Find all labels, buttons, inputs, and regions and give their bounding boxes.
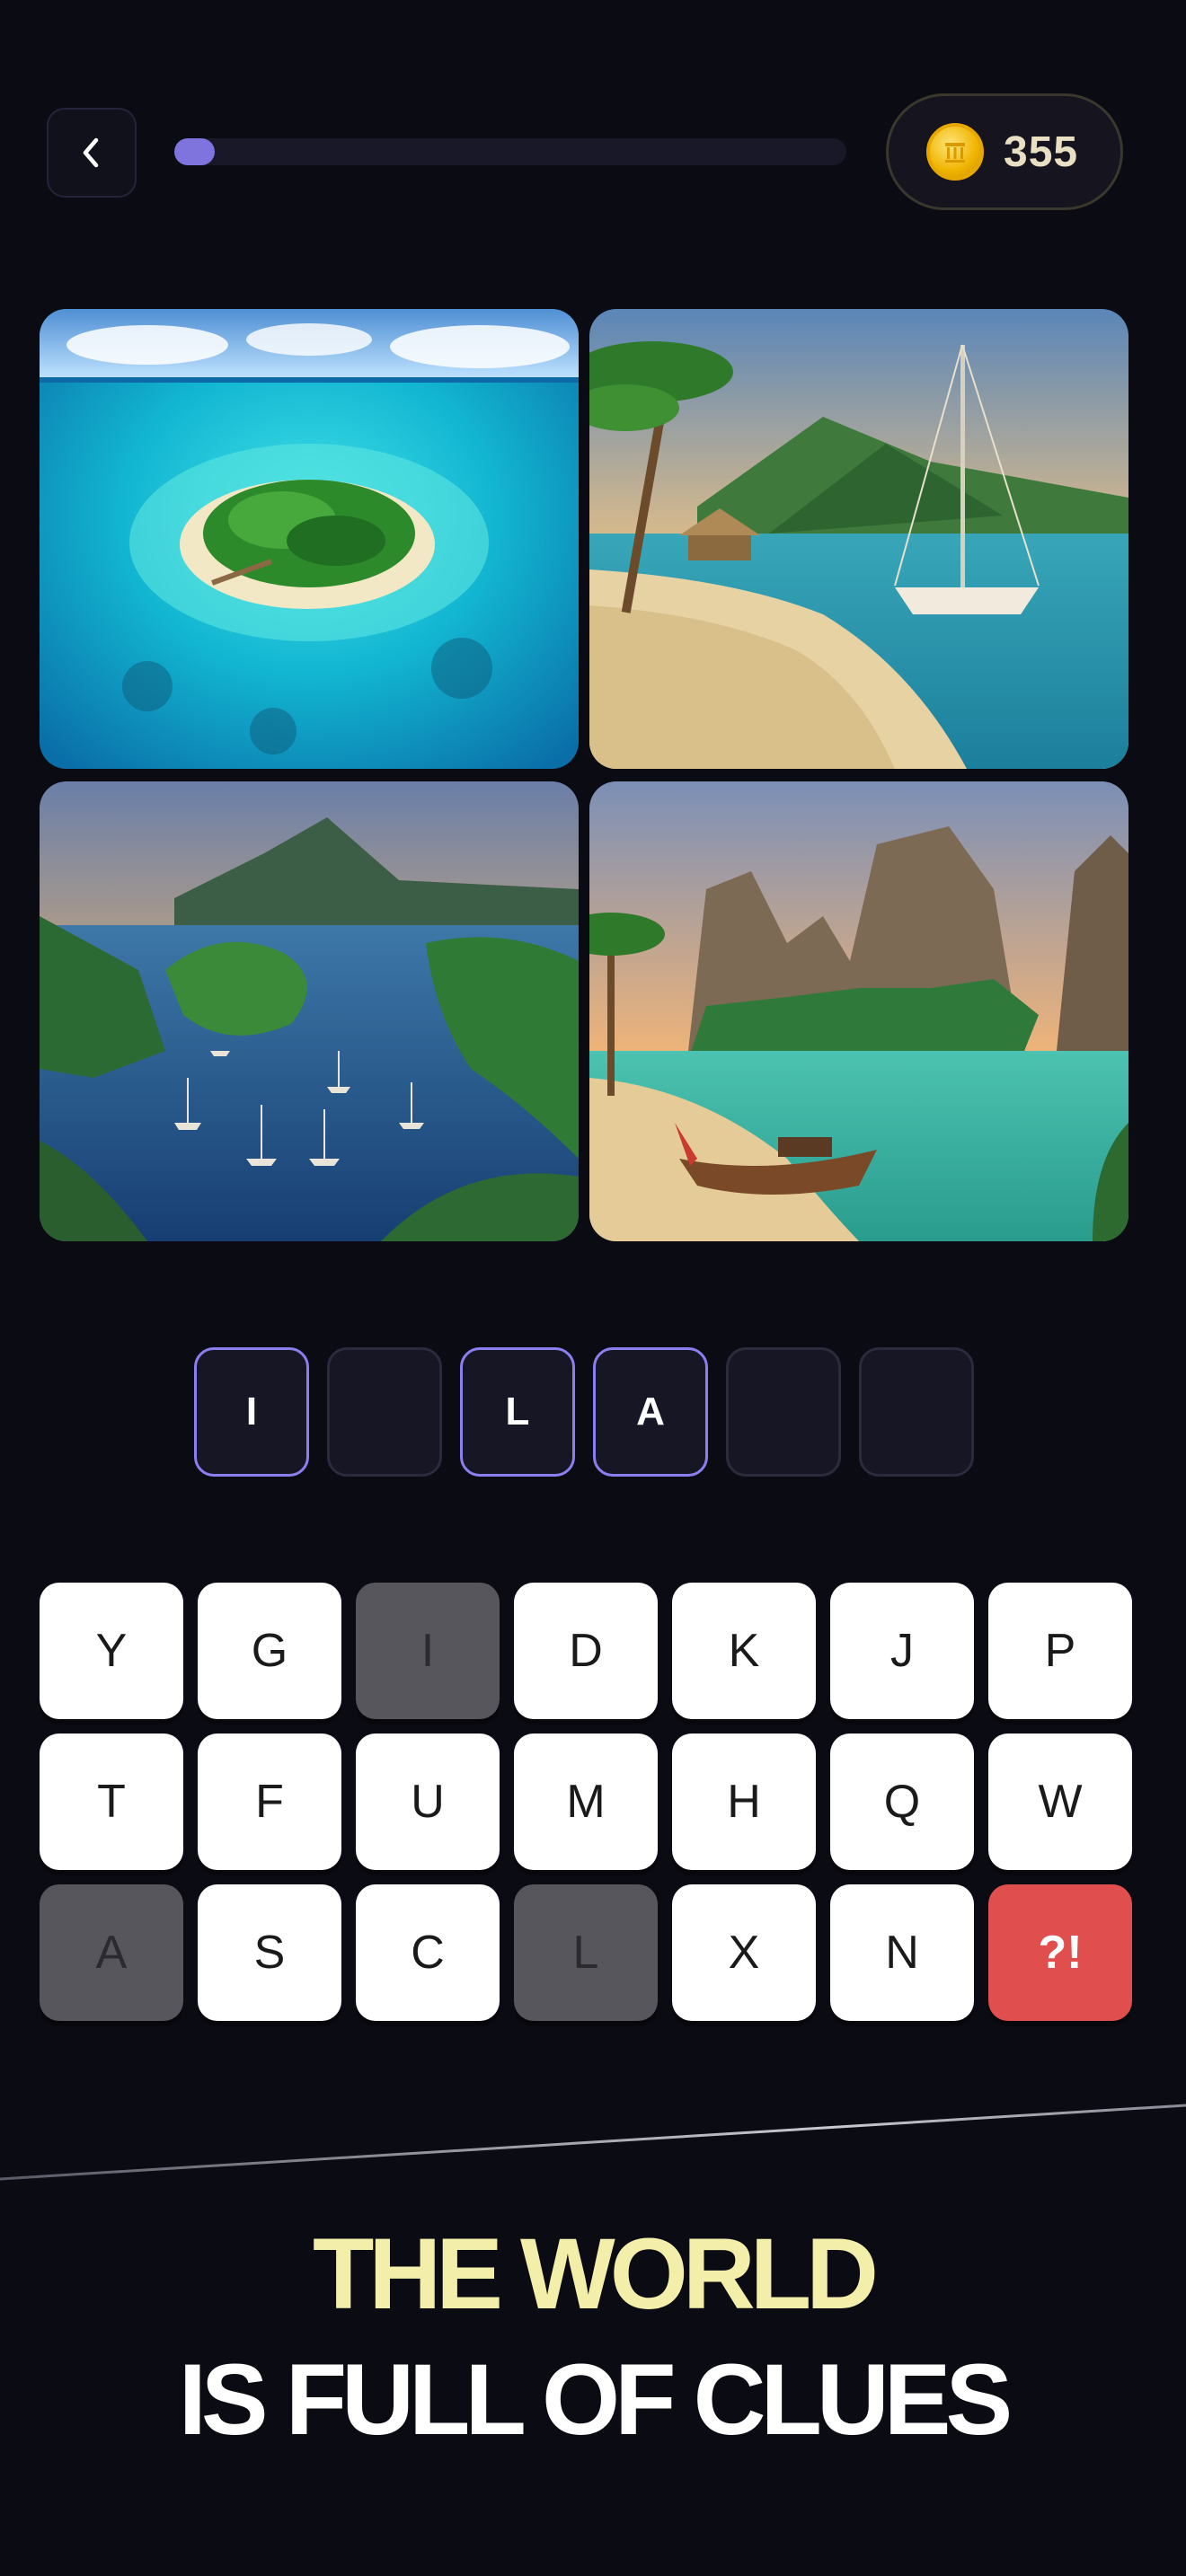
letter-key-g[interactable]: G [198, 1583, 341, 1719]
letter-key-w[interactable]: W [988, 1734, 1132, 1870]
letter-key-a[interactable]: A [40, 1884, 183, 2021]
letter-key-n[interactable]: N [830, 1884, 974, 2021]
clue-photo-1 [40, 309, 579, 769]
gold-coin-icon [926, 123, 984, 181]
clue-photo-4 [589, 781, 1128, 1241]
letter-key-y[interactable]: Y [40, 1583, 183, 1719]
letter-key-s[interactable]: S [198, 1884, 341, 2021]
hint-button[interactable]: ?! [988, 1884, 1132, 2021]
tagline-line-1: THE WORLD [312, 2218, 879, 2330]
letter-key-c[interactable]: C [356, 1884, 500, 2021]
letter-key-m[interactable]: M [514, 1734, 658, 1870]
letter-key-k[interactable]: K [672, 1583, 816, 1719]
coin-balance[interactable]: 355 [886, 93, 1123, 210]
letter-key-j[interactable]: J [830, 1583, 974, 1719]
answer-slots: I L A [194, 1347, 974, 1477]
coin-count: 355 [1004, 128, 1079, 176]
letter-keyboard: Y G I D K J P T F U M H Q W A S C L X N … [40, 1583, 1132, 2021]
clue-photo-3 [40, 781, 579, 1241]
letter-key-i[interactable]: I [356, 1583, 500, 1719]
answer-slot-5[interactable] [726, 1347, 841, 1477]
divider-line [0, 2104, 1186, 2181]
answer-slot-3[interactable]: L [460, 1347, 575, 1477]
level-progress-fill [174, 138, 215, 165]
answer-slot-6[interactable] [859, 1347, 974, 1477]
letter-key-d[interactable]: D [514, 1583, 658, 1719]
level-progress-bar [174, 138, 846, 165]
letter-key-x[interactable]: X [672, 1884, 816, 2021]
tagline-line-2: IS FULL OF CLUES [178, 2343, 1013, 2456]
clue-photo-2 [589, 309, 1128, 769]
letter-key-u[interactable]: U [356, 1734, 500, 1870]
letter-key-q[interactable]: Q [830, 1734, 974, 1870]
chevron-left-icon [83, 137, 99, 168]
letter-key-t[interactable]: T [40, 1734, 183, 1870]
answer-slot-1[interactable]: I [194, 1347, 309, 1477]
letter-key-p[interactable]: P [988, 1583, 1132, 1719]
letter-key-l[interactable]: L [514, 1884, 658, 2021]
answer-slot-4[interactable]: A [593, 1347, 708, 1477]
back-button[interactable] [47, 108, 137, 198]
letter-key-h[interactable]: H [672, 1734, 816, 1870]
letter-key-f[interactable]: F [198, 1734, 341, 1870]
answer-slot-2[interactable] [327, 1347, 442, 1477]
